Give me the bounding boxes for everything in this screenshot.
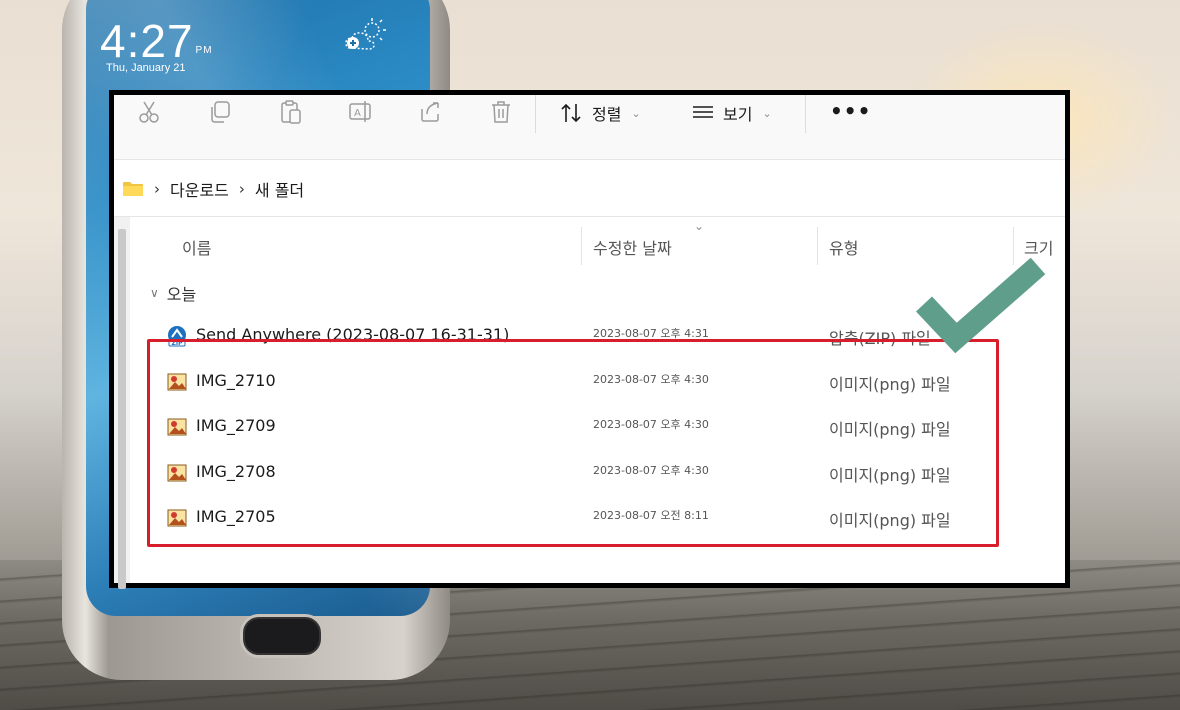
breadcrumb-separator-icon: ›: [154, 179, 160, 198]
paste-icon[interactable]: [278, 99, 304, 125]
view-label: 보기: [723, 105, 753, 124]
rename-icon[interactable]: A: [348, 99, 374, 125]
clock-ampm: PM: [195, 45, 213, 56]
selection-highlight-box: [147, 339, 999, 547]
view-list-icon: [693, 106, 713, 118]
sort-icon: [561, 103, 581, 123]
toolbar-separator: [535, 95, 536, 133]
sort-button[interactable]: 정렬 ⌄: [560, 99, 641, 127]
clock-time: 4:27: [100, 15, 194, 67]
breadcrumb-downloads[interactable]: 다운로드: [170, 177, 229, 201]
weather-cloud-icon: [345, 18, 386, 50]
group-header-today[interactable]: ∨ 오늘: [150, 281, 196, 305]
svg-text:A: A: [354, 108, 361, 119]
sort-label: 정렬: [592, 105, 622, 124]
breadcrumb: › 다운로드 › 새 폴더: [114, 161, 1065, 217]
column-modified[interactable]: 수정한 날짜: [593, 235, 672, 259]
chevron-down-icon: ⌄: [631, 106, 641, 120]
toolbar: A 정렬 ⌄ 보기 ⌄ •••: [114, 95, 1065, 160]
cut-icon[interactable]: [136, 99, 162, 125]
view-button[interactable]: 보기 ⌄: [691, 99, 772, 127]
share-icon[interactable]: [418, 99, 444, 125]
breadcrumb-new-folder[interactable]: 새 폴더: [255, 177, 304, 201]
checkmark-icon: [916, 258, 1046, 354]
more-options-button[interactable]: •••: [830, 99, 871, 123]
column-name[interactable]: 이름: [182, 235, 211, 259]
phone-home-button: [240, 614, 324, 658]
chevron-down-icon: ∨: [150, 286, 159, 300]
phone-date: Thu, January 21: [106, 62, 186, 74]
column-type[interactable]: 유형: [829, 235, 858, 259]
toolbar-separator: [805, 95, 806, 133]
breadcrumb-separator-icon: ›: [238, 179, 245, 198]
group-label: 오늘: [166, 285, 197, 304]
column-divider[interactable]: [817, 227, 818, 265]
column-divider[interactable]: [581, 227, 582, 265]
chevron-down-icon: ⌄: [762, 106, 772, 120]
copy-icon[interactable]: [208, 99, 234, 125]
delete-icon[interactable]: [488, 99, 514, 125]
sort-descending-icon: ⌄: [694, 219, 705, 233]
folder-icon: [123, 181, 143, 196]
column-size[interactable]: 크기: [1024, 235, 1053, 259]
phone-clock: 4:27 PM: [100, 14, 213, 68]
